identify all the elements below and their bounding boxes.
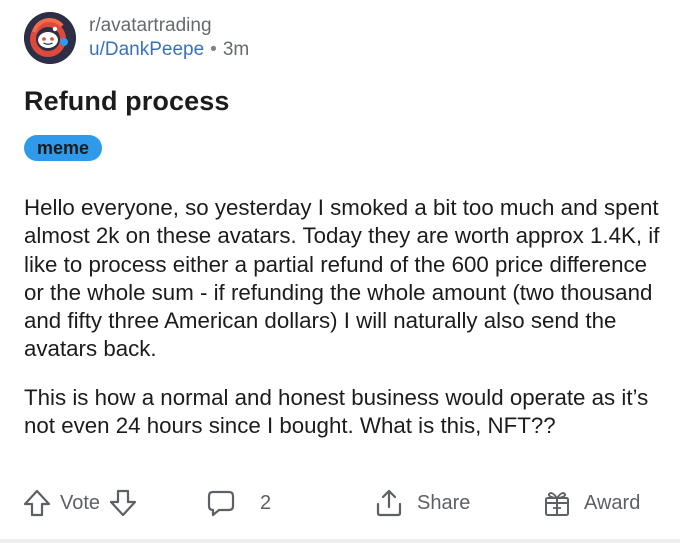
share-button[interactable]: Share [373, 483, 470, 523]
comments-button[interactable]: 2 [206, 483, 271, 523]
subreddit-avatar-icon[interactable] [24, 12, 76, 64]
vote-control: Vote [22, 483, 138, 523]
vote-label: Vote [60, 491, 101, 514]
share-label: Share [417, 491, 471, 514]
post-action-bar: Vote 2 Share Award [22, 483, 662, 523]
award-button[interactable]: Award [541, 483, 640, 523]
post-age: 3m [222, 39, 250, 60]
post-paragraph: Hello everyone, so yesterday I smoked a … [24, 195, 660, 362]
meta-separator: • [210, 39, 217, 60]
post-paragraph: This is how a normal and honest business… [24, 384, 649, 439]
upvote-arrow-icon[interactable] [22, 488, 52, 518]
subreddit-link[interactable]: r/avatartrading [89, 15, 249, 37]
post-body: Hello everyone, so yesterday I smoked a … [24, 194, 664, 440]
downvote-arrow-icon[interactable] [108, 488, 138, 518]
share-upload-icon [373, 487, 405, 519]
post-title[interactable]: Refund process [24, 86, 229, 117]
author-link[interactable]: u/DankPeepe [89, 39, 204, 61]
comment-count: 2 [260, 491, 272, 514]
post-header: r/avatartrading u/DankPeepe • 3m [24, 12, 249, 64]
divider [0, 539, 680, 543]
award-label: Award [584, 491, 641, 514]
gift-award-icon [541, 487, 573, 519]
post-flair[interactable]: meme [24, 135, 103, 161]
byline: u/DankPeepe • 3m [89, 39, 249, 61]
comment-bubble-icon [206, 488, 236, 518]
post-meta: r/avatartrading u/DankPeepe • 3m [89, 15, 249, 61]
